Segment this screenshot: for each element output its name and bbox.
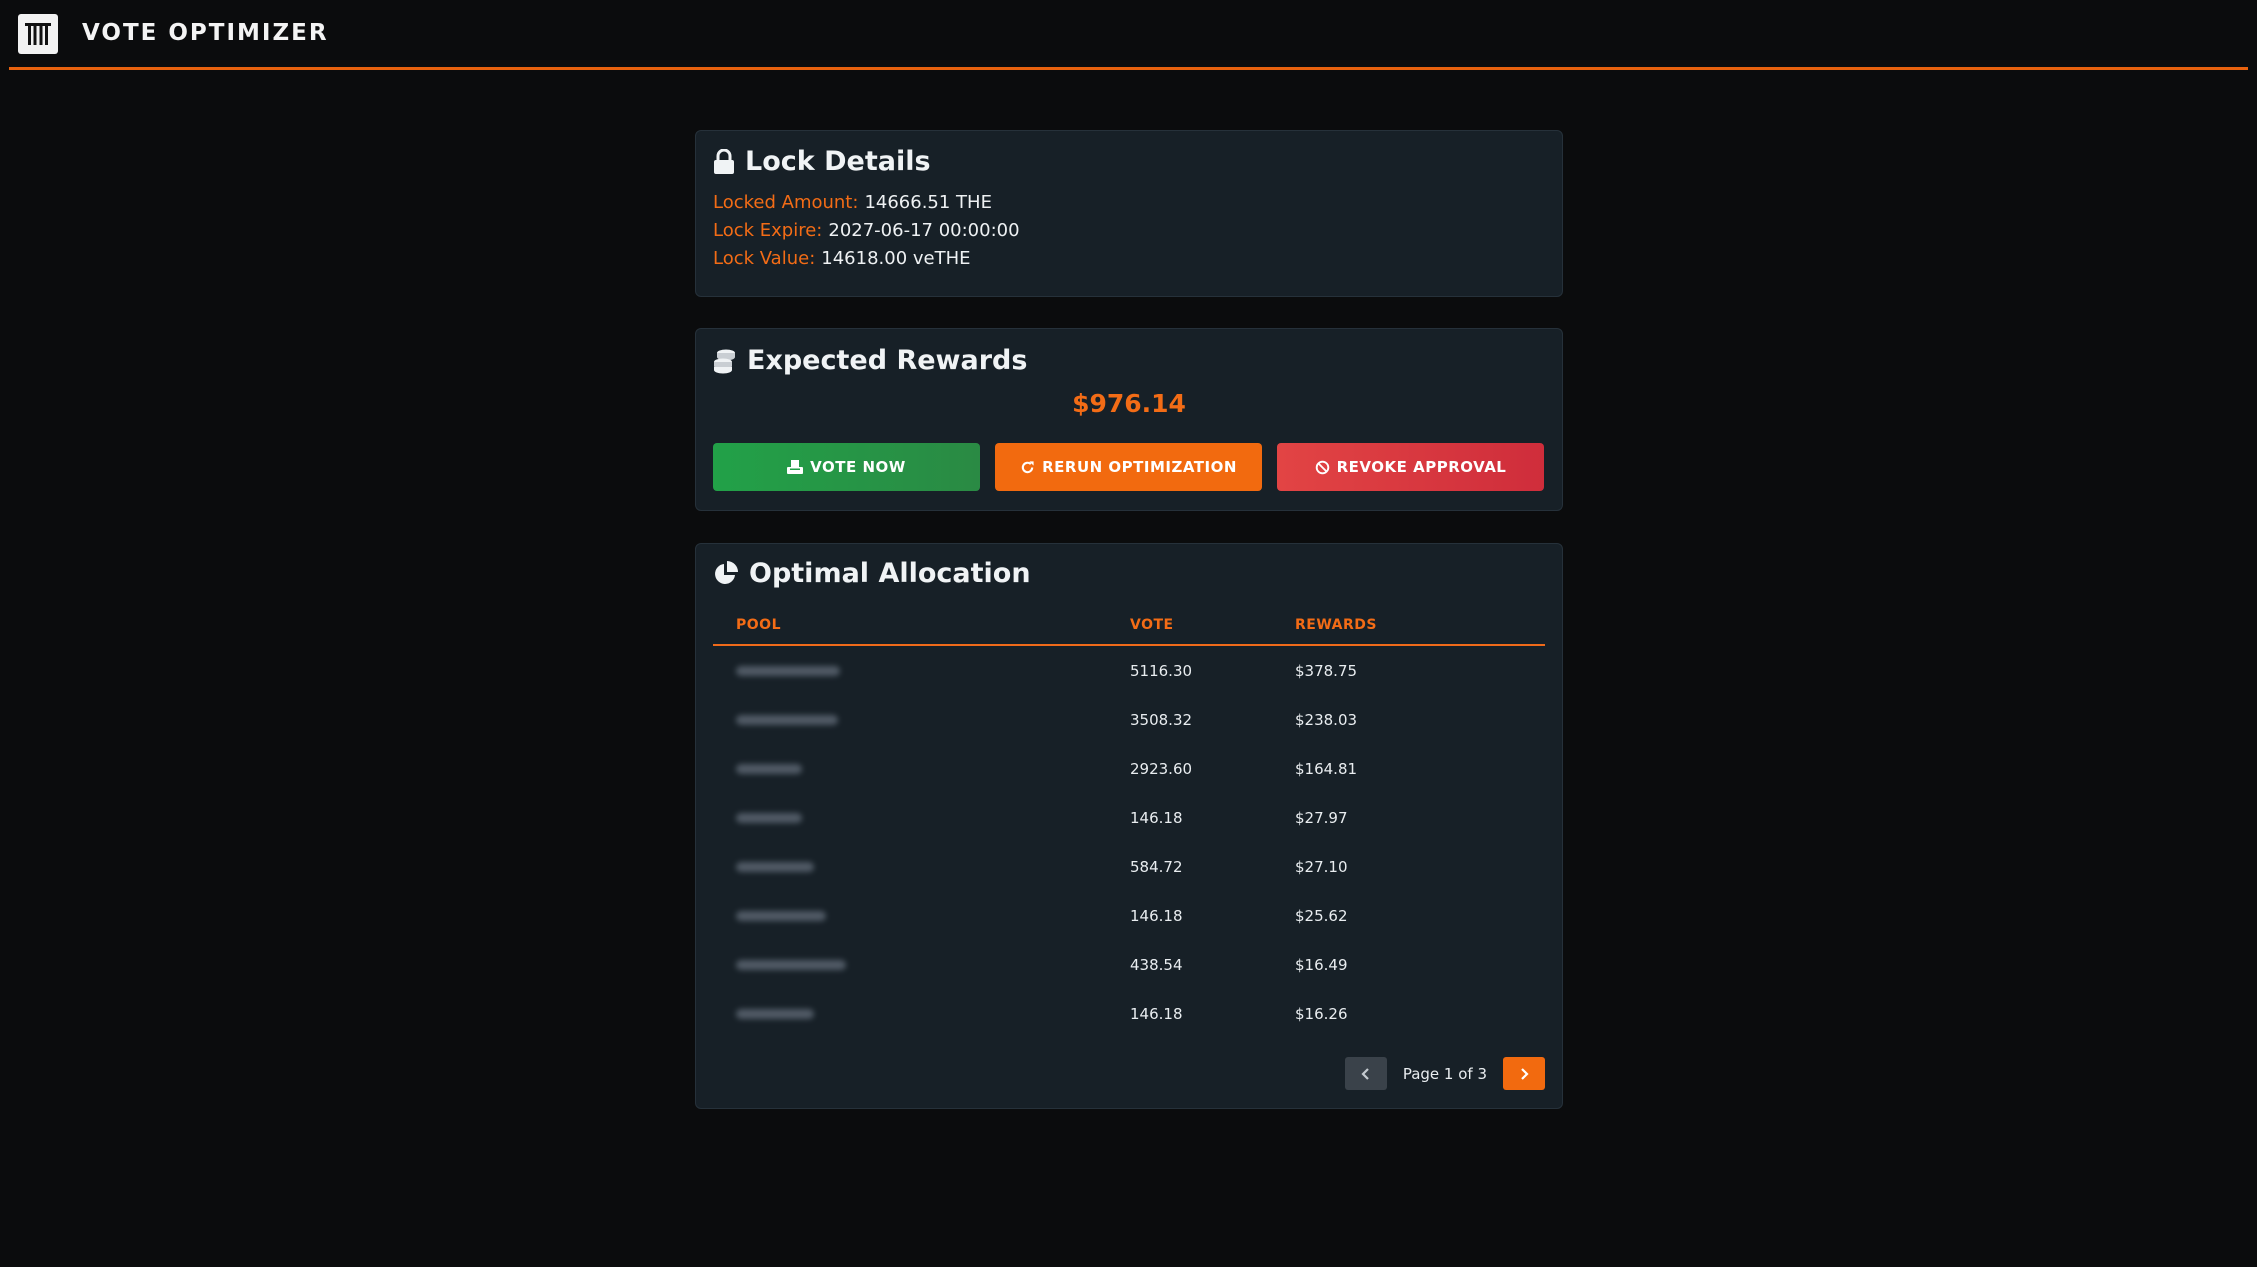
- table-row[interactable]: 146.18 $25.62: [713, 891, 1545, 940]
- expected-rewards-title: Expected Rewards: [747, 345, 1028, 376]
- lock-value-row: Lock Value: 14618.00 veTHE: [713, 247, 971, 271]
- rewards-cell: $164.81: [1295, 759, 1358, 778]
- column-header-rewards[interactable]: REWARDS: [1295, 606, 1545, 646]
- lock-value-label: Lock Value:: [713, 248, 816, 269]
- rerun-optimization-button[interactable]: RERUN OPTIMIZATION: [995, 443, 1262, 491]
- rewards-cell: $27.10: [1295, 857, 1348, 876]
- column-header-vote[interactable]: VOTE: [1130, 606, 1295, 646]
- redacted-pool-name: [736, 910, 826, 921]
- vote-now-button[interactable]: VOTE NOW: [713, 443, 980, 491]
- lock-icon: [714, 149, 734, 174]
- vote-now-label: VOTE NOW: [810, 458, 906, 476]
- pool-cell: [713, 744, 1130, 793]
- locked-amount-value: 14666.51 THE: [864, 192, 992, 213]
- previous-page-button[interactable]: [1344, 1057, 1387, 1090]
- vote-cell: 146.18: [1130, 808, 1183, 827]
- column-header-pool[interactable]: POOL: [713, 606, 1130, 646]
- vote-cell: 5116.30: [1130, 661, 1193, 680]
- pool-cell: [713, 695, 1130, 744]
- table-row[interactable]: 584.72 $27.10: [713, 842, 1545, 891]
- redacted-pool-name: [736, 812, 802, 823]
- app-title: VOTE OPTIMIZER: [82, 20, 329, 46]
- vote-cell: 146.18: [1130, 906, 1183, 925]
- refresh-icon: [1021, 460, 1034, 473]
- redacted-pool-name: [736, 861, 814, 872]
- locked-amount-label: Locked Amount:: [713, 192, 859, 213]
- pool-cell: [713, 645, 1130, 695]
- table-header-row: POOL VOTE REWARDS: [713, 606, 1545, 646]
- expected-rewards-card: Expected Rewards $976.14 VOTE NOW RERUN …: [695, 328, 1563, 511]
- chevron-right-icon: [1521, 1067, 1529, 1080]
- rewards-cell: $238.03: [1295, 710, 1358, 729]
- pool-cell: [713, 891, 1130, 940]
- table-row[interactable]: 2923.60 $164.81: [713, 744, 1545, 793]
- lock-details-heading: Lock Details: [713, 145, 931, 179]
- vote-cell: 3508.32: [1130, 710, 1193, 729]
- revoke-approval-button[interactable]: REVOKE APPROVAL: [1277, 443, 1544, 491]
- rewards-cell: $16.26: [1295, 1004, 1348, 1023]
- next-page-button[interactable]: [1503, 1057, 1545, 1090]
- chevron-left-icon: [1361, 1067, 1369, 1080]
- table-row[interactable]: 3508.32 $238.03: [713, 695, 1545, 744]
- expected-rewards-amount: $976.14: [1072, 389, 1186, 418]
- redacted-pool-name: [736, 763, 802, 774]
- ban-icon: [1315, 460, 1329, 474]
- redacted-pool-name: [736, 665, 840, 676]
- vote-cell: 584.72: [1130, 857, 1183, 876]
- pool-cell: [713, 940, 1130, 989]
- locked-amount-row: Locked Amount: 14666.51 THE: [713, 191, 992, 215]
- table-row[interactable]: 5116.30 $378.75: [713, 645, 1545, 695]
- vote-cell: 438.54: [1130, 955, 1183, 974]
- redacted-pool-name: [736, 714, 838, 725]
- rewards-cell: $378.75: [1295, 661, 1358, 680]
- redacted-pool-name: [736, 959, 846, 970]
- pool-cell: [713, 842, 1130, 891]
- rewards-cell: $16.49: [1295, 955, 1348, 974]
- redacted-pool-name: [736, 1008, 814, 1019]
- logo-icon: [25, 23, 51, 45]
- rewards-cell: $27.97: [1295, 808, 1348, 827]
- table-row[interactable]: 146.18 $16.26: [713, 989, 1545, 1038]
- pool-cell: [713, 793, 1130, 842]
- lock-details-card: Lock Details Locked Amount: 14666.51 THE …: [695, 130, 1563, 297]
- rewards-cell: $25.62: [1295, 906, 1348, 925]
- ballot-box-icon: [787, 460, 804, 474]
- vote-cell: 2923.60: [1130, 759, 1193, 778]
- app-logo[interactable]: [18, 14, 58, 54]
- page-indicator: Page 1 of 3: [1402, 1064, 1487, 1083]
- coins-icon: [714, 349, 735, 374]
- lock-expire-label: Lock Expire:: [713, 220, 823, 241]
- expected-rewards-heading: Expected Rewards: [713, 344, 1027, 378]
- pool-cell: [713, 989, 1130, 1038]
- lock-details-title: Lock Details: [745, 146, 931, 177]
- rerun-optimization-label: RERUN OPTIMIZATION: [1042, 458, 1237, 476]
- table-row[interactable]: 438.54 $16.49: [713, 940, 1545, 989]
- optimal-allocation-heading: Optimal Allocation: [713, 557, 1031, 591]
- lock-expire-row: Lock Expire: 2027-06-17 00:00:00: [713, 219, 1020, 243]
- allocation-table: POOL VOTE REWARDS 5116.30 $378.75 3508.3…: [713, 606, 1545, 1038]
- vote-cell: 146.18: [1130, 1004, 1183, 1023]
- table-row[interactable]: 146.18 $27.97: [713, 793, 1545, 842]
- optimal-allocation-card: Optimal Allocation POOL VOTE REWARDS 511…: [695, 543, 1563, 1109]
- lock-expire-value: 2027-06-17 00:00:00: [828, 220, 1020, 241]
- pie-chart-icon: [715, 561, 738, 584]
- optimal-allocation-title: Optimal Allocation: [749, 558, 1031, 589]
- top-bar: VOTE OPTIMIZER: [0, 0, 2257, 70]
- pagination: Page 1 of 3: [1344, 1057, 1545, 1090]
- revoke-approval-label: REVOKE APPROVAL: [1336, 458, 1507, 476]
- lock-value-value: 14618.00 veTHE: [821, 248, 971, 269]
- header-divider: [9, 67, 2248, 70]
